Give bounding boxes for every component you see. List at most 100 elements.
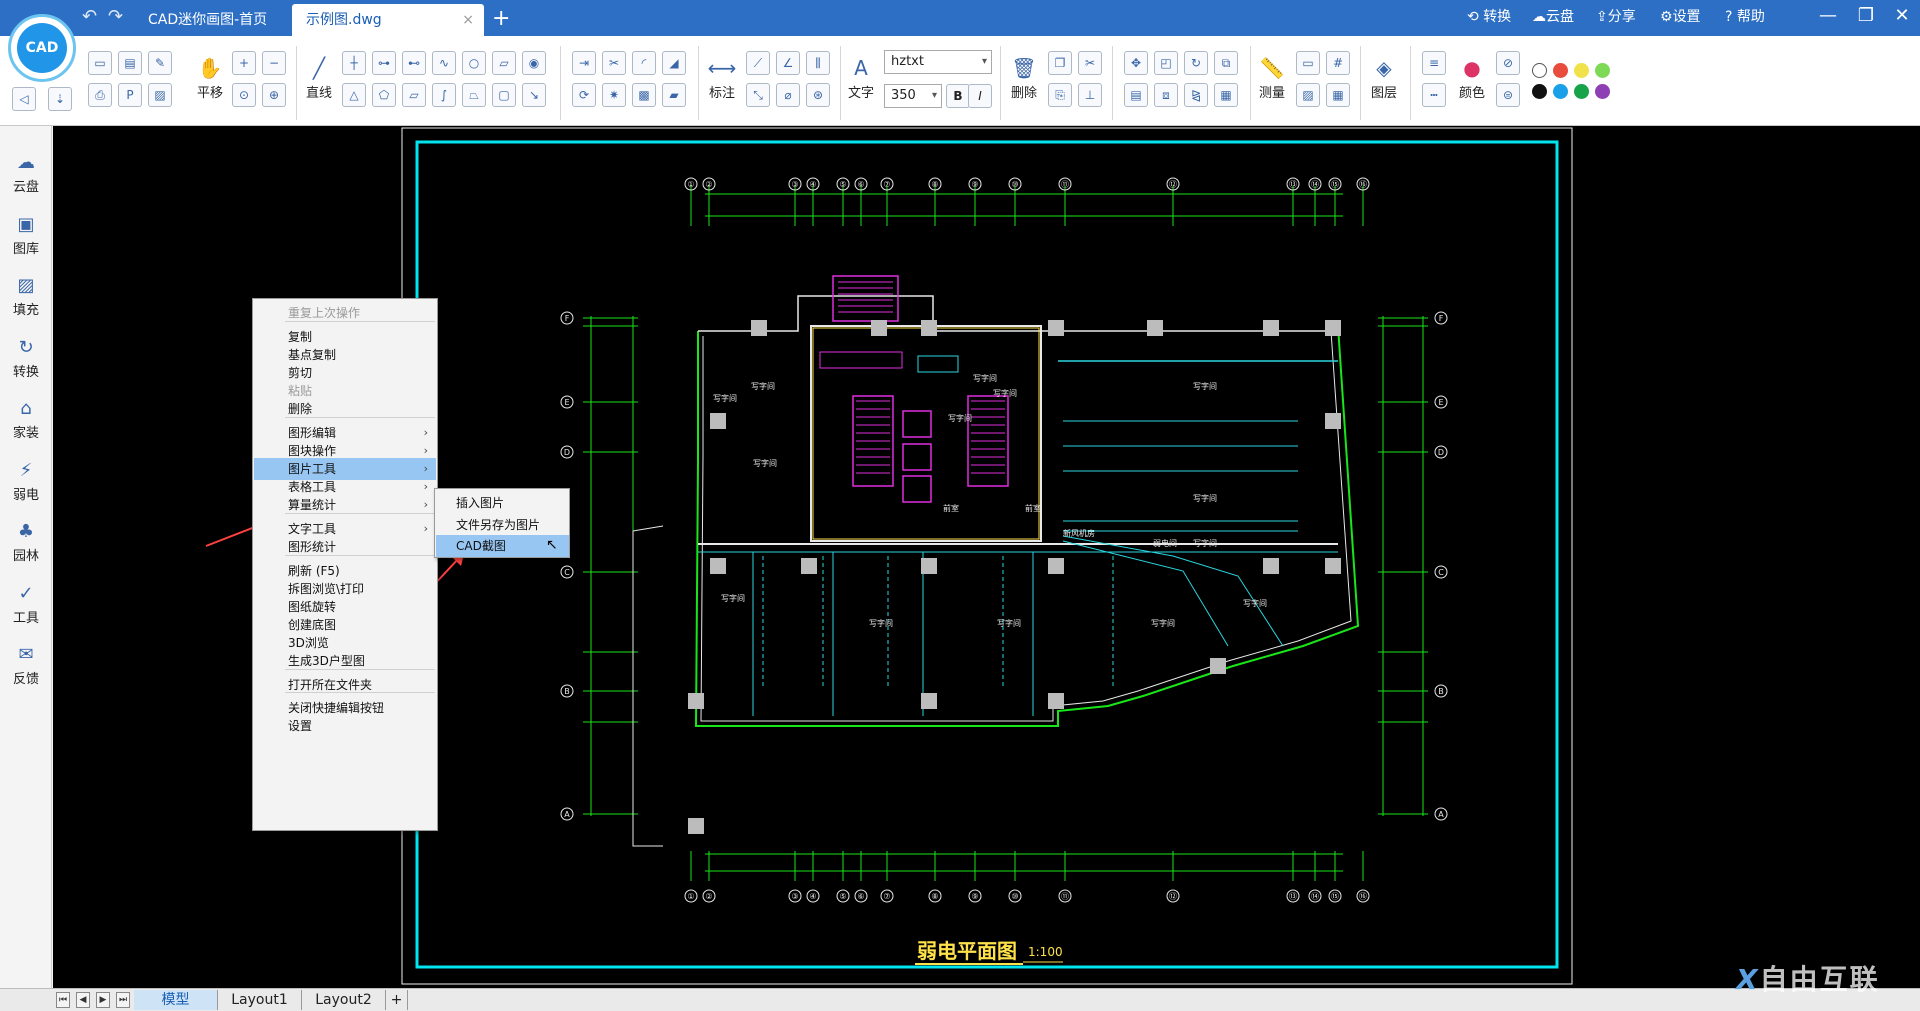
spline-icon[interactable]: ∿: [432, 51, 456, 75]
share-button[interactable]: ⇪分享: [1596, 0, 1636, 36]
import-icon[interactable]: ⇣: [48, 87, 72, 111]
sidebar-item-1[interactable]: ▣ 图库: [0, 212, 52, 257]
angle-dim-icon[interactable]: ∠: [776, 51, 800, 75]
zoom-extent-icon[interactable]: ⊕: [262, 83, 286, 107]
arrow-icon[interactable]: ↘: [522, 83, 546, 107]
prev-tab-icon[interactable]: ◀: [76, 992, 90, 1008]
first-tab-icon[interactable]: ⏮: [56, 992, 70, 1008]
hatch-icon[interactable]: ▩: [632, 83, 656, 107]
print-icon[interactable]: ⎙: [88, 83, 112, 107]
multiline-icon[interactable]: ⊶: [372, 51, 396, 75]
move-icon[interactable]: ✥: [1124, 51, 1148, 75]
menu-item[interactable]: 图形统计: [254, 536, 436, 558]
color-swatch-white[interactable]: [1532, 63, 1547, 78]
app-logo[interactable]: CAD: [8, 14, 76, 82]
props-icon[interactable]: ⊜: [1496, 83, 1520, 107]
color-button[interactable]: ● 颜色: [1452, 54, 1492, 101]
parallelogram-icon[interactable]: ▱: [402, 83, 426, 107]
scale-icon[interactable]: ◰: [1154, 51, 1178, 75]
trapezoid-icon[interactable]: ⏢: [462, 83, 486, 107]
open-icon[interactable]: ▭: [88, 51, 112, 75]
sidebar-item-8[interactable]: ✉ 反馈: [0, 642, 52, 687]
italic-button[interactable]: I: [968, 84, 992, 108]
add-tab-button[interactable]: +: [484, 4, 518, 36]
sidebar-item-0[interactable]: ☁ 云盘: [0, 150, 52, 195]
next-tab-icon[interactable]: ▶: [96, 992, 110, 1008]
sidebar-item-6[interactable]: ♣ 园林: [0, 519, 52, 564]
gear-shape-icon[interactable]: ✷: [602, 83, 626, 107]
trim-icon[interactable]: ✂: [602, 51, 626, 75]
tab-model[interactable]: 模型: [134, 990, 218, 1010]
curve-icon[interactable]: ∫: [432, 83, 456, 107]
linetype-icon[interactable]: ┅: [1422, 83, 1446, 107]
undo-icon[interactable]: ↶: [82, 6, 97, 27]
color-swatch-darkgreen[interactable]: [1574, 84, 1589, 99]
cut-icon[interactable]: ✂: [1078, 51, 1102, 75]
stamp-icon[interactable]: ⊥: [1078, 83, 1102, 107]
leader-icon[interactable]: ⊛: [806, 83, 830, 107]
menu-item[interactable]: 删除: [254, 398, 436, 420]
number-icon[interactable]: #: [1326, 51, 1350, 75]
match-props-icon[interactable]: ⊘: [1496, 51, 1520, 75]
aligned-dim-icon[interactable]: ⟋: [746, 51, 770, 75]
color-swatch-red[interactable]: [1553, 63, 1568, 78]
redo-icon[interactable]: ↷: [108, 6, 123, 27]
grid-icon[interactable]: ▦: [1214, 83, 1238, 107]
ellipse-icon[interactable]: ◉: [522, 51, 546, 75]
pan-button[interactable]: ✋ 平移: [190, 54, 230, 101]
font-size-select[interactable]: 350 ▾: [884, 84, 942, 108]
tab-layout2[interactable]: Layout2: [302, 990, 386, 1010]
menu-item[interactable]: 生成3D户型图: [254, 650, 436, 672]
maximize-button[interactable]: ❐: [1846, 0, 1886, 34]
save-icon[interactable]: ▤: [118, 51, 142, 75]
copy-icon[interactable]: ❐: [1048, 51, 1072, 75]
mirror-icon[interactable]: ⧎: [1184, 83, 1208, 107]
tab-layout1[interactable]: Layout1: [218, 990, 302, 1010]
close-tab-icon[interactable]: ×: [462, 4, 474, 36]
sidebar-item-7[interactable]: ✓ 工具: [0, 581, 52, 626]
sidebar-item-5[interactable]: ⚡ 弱电: [0, 458, 52, 503]
table-icon[interactable]: ▦: [1326, 83, 1350, 107]
last-tab-icon[interactable]: ⏭: [116, 992, 130, 1008]
stretch-icon[interactable]: ⧈: [1154, 83, 1178, 107]
submenu-item[interactable]: 插入图片: [436, 492, 569, 514]
menu-item[interactable]: 设置: [254, 715, 436, 737]
area-icon[interactable]: ▭: [1296, 51, 1320, 75]
rect-icon[interactable]: ▱: [492, 51, 516, 75]
layer-button[interactable]: ◈ 图层: [1366, 54, 1402, 101]
lineweight-icon[interactable]: ≡: [1422, 51, 1446, 75]
zoom-window-icon[interactable]: ⊙: [232, 83, 256, 107]
image-export-icon[interactable]: ▨: [148, 83, 172, 107]
cloud-button[interactable]: ☁云盘: [1532, 0, 1574, 36]
color-swatch-blue[interactable]: [1553, 84, 1568, 99]
close-window-button[interactable]: ✕: [1882, 0, 1920, 34]
extend-icon[interactable]: ⇥: [572, 51, 596, 75]
continuous-dim-icon[interactable]: ⫼: [806, 51, 830, 75]
dimline-icon[interactable]: ⊷: [402, 51, 426, 75]
tab-drawing[interactable]: 示例图.dwg ×: [292, 4, 484, 36]
submenu-item[interactable]: 文件另存为图片: [436, 514, 569, 536]
sidebar-item-4[interactable]: ⌂ 家装: [0, 396, 52, 441]
annotate-button[interactable]: ⟷ 标注: [704, 54, 740, 101]
diameter-dim-icon[interactable]: ⌀: [776, 83, 800, 107]
array-icon[interactable]: ⧉: [1214, 51, 1238, 75]
font-name-select[interactable]: hztxt ▾: [884, 50, 992, 74]
rotate-icon[interactable]: ⟳: [572, 83, 596, 107]
pdf-icon[interactable]: P: [118, 83, 142, 107]
menu-item[interactable]: 打开所在文件夹: [254, 674, 436, 696]
picture-icon[interactable]: ▨: [1296, 83, 1320, 107]
convert-button[interactable]: ⟲ 转换: [1467, 0, 1511, 36]
folder-icon[interactable]: ▰: [662, 83, 686, 107]
color-swatch-green[interactable]: [1595, 63, 1610, 78]
color-swatch-purple[interactable]: [1595, 84, 1610, 99]
zoom-in-icon[interactable]: +: [232, 51, 256, 75]
sidebar-item-2[interactable]: ▨ 填充: [0, 273, 52, 318]
line-button[interactable]: ╱ 直线: [302, 54, 336, 101]
delete-button[interactable]: 🗑 删除: [1006, 54, 1042, 101]
save-as-icon[interactable]: ✎: [148, 51, 172, 75]
radius-dim-icon[interactable]: ⤡: [746, 83, 770, 107]
sidebar-item-3[interactable]: ↻ 转换: [0, 335, 52, 380]
text-button[interactable]: A 文字: [844, 54, 878, 101]
rotate-obj-icon[interactable]: ↻: [1184, 51, 1208, 75]
measure-button[interactable]: 📏 测量: [1254, 54, 1290, 101]
